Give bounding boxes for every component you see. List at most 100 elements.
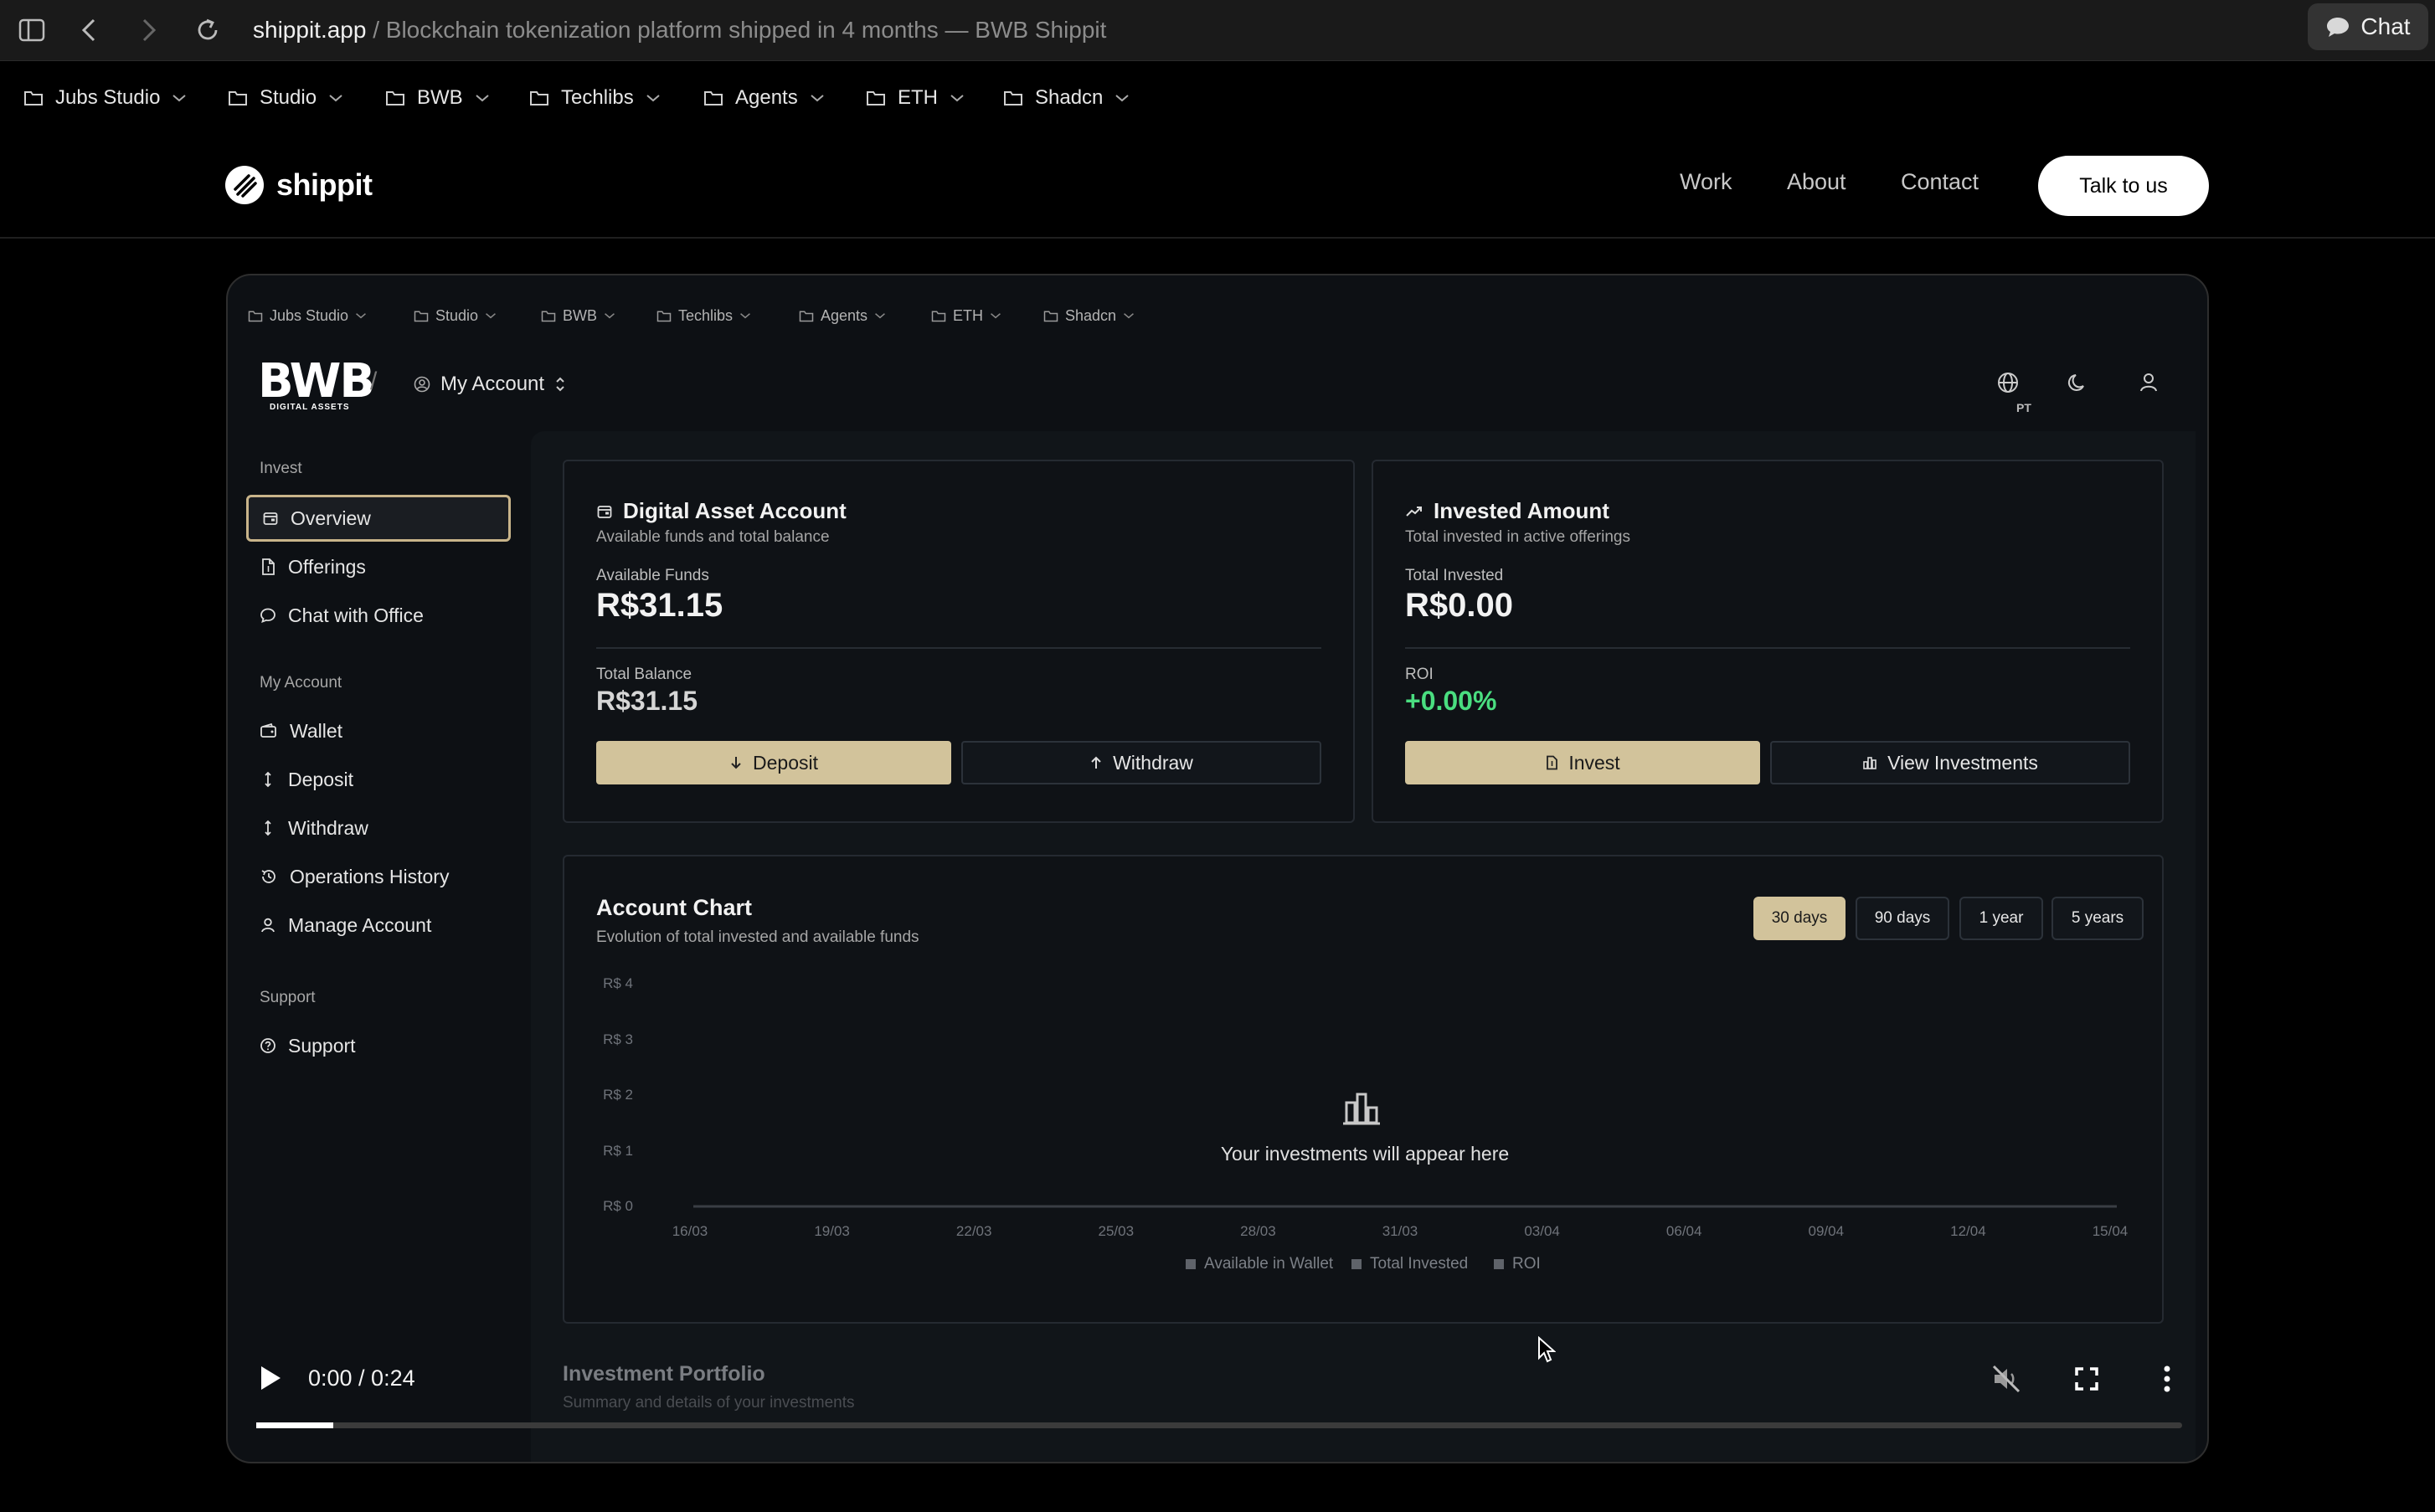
sidebar-toggle-icon[interactable]	[13, 12, 50, 49]
globe-icon	[1993, 368, 2023, 398]
sidebar-item-label: Overview	[291, 507, 371, 529]
nav-contact-link[interactable]: Contact	[1901, 169, 1979, 195]
bookmark-folder-techlibs[interactable]: Techlibs	[529, 85, 661, 111]
chevron-down-icon	[990, 311, 1001, 320]
app-bookmark-studio: Studio	[414, 306, 497, 326]
card-divider	[596, 647, 1321, 649]
bookmark-label: Jubs Studio	[270, 306, 349, 324]
app-bookmark-agents: Agents	[799, 306, 886, 326]
folder-icon	[248, 310, 263, 322]
nav-work-link[interactable]: Work	[1680, 169, 1732, 195]
chevron-down-icon	[172, 93, 187, 103]
total-balance-label: Total Balance	[596, 666, 692, 683]
legend-item: Available in Wallet	[1186, 1255, 1333, 1273]
bookmark-label: Techlibs	[561, 86, 634, 109]
breadcrumb-separator: /	[370, 368, 378, 395]
back-icon[interactable]	[70, 12, 107, 49]
withdraw-label: Withdraw	[1113, 751, 1193, 774]
app-bookmark-bwb: BWB	[541, 306, 615, 326]
chat-button[interactable]: Chat	[2308, 3, 2428, 50]
folder-icon	[541, 310, 556, 322]
sidebar-item-withdraw: Withdraw	[246, 805, 511, 851]
sidebar-section-invest: Invest	[260, 460, 302, 477]
investment-portfolio-subtitle: Summary and details of your investments	[563, 1394, 855, 1412]
bookmark-folder-eth[interactable]: ETH	[866, 85, 965, 111]
wallet-card-icon	[262, 510, 279, 527]
investment-portfolio-title: Investment Portfolio	[563, 1362, 765, 1386]
talk-to-us-button[interactable]: Talk to us	[2038, 156, 2209, 216]
sidebar-item-label: Offerings	[288, 555, 366, 578]
folder-icon	[799, 310, 814, 322]
legend-swatch	[1351, 1259, 1362, 1269]
sidebar-item-overview: Overview	[246, 495, 511, 542]
sidebar-section-my-account: My Account	[260, 674, 342, 692]
legend-label: ROI	[1512, 1255, 1541, 1273]
chevron-down-icon	[1115, 93, 1130, 103]
reload-icon[interactable]	[189, 12, 226, 49]
play-button[interactable]	[258, 1364, 283, 1392]
sidebar-item-deposit: Deposit	[246, 756, 511, 803]
nav-about-link[interactable]: About	[1787, 169, 1846, 195]
chevron-down-icon	[1123, 311, 1135, 320]
site-logo[interactable]: shippit	[224, 164, 373, 206]
site-logo-text: shippit	[276, 167, 373, 202]
folder-icon	[866, 90, 886, 106]
bookmark-folder-agents[interactable]: Agents	[703, 85, 825, 111]
video-progress-track[interactable]	[256, 1422, 2182, 1428]
address-bar[interactable]: shippit.app / Blockchain tokenization pl…	[253, 12, 1106, 49]
forward-icon[interactable]	[131, 12, 167, 49]
user-circle-icon	[414, 376, 430, 393]
user-icon	[2134, 368, 2164, 398]
bookmark-folder-studio[interactable]: Studio	[228, 85, 343, 111]
x-axis-tick-label: 06/04	[1665, 1223, 1702, 1239]
sidebar-item-label: Support	[288, 1034, 356, 1057]
account-chart-card: Account Chart Evolution of total investe…	[563, 855, 2164, 1324]
app-bookmark-eth: ETH	[931, 306, 1001, 326]
sidebar-item-offerings: Offerings	[246, 543, 511, 590]
available-funds-value: R$31.15	[596, 587, 723, 624]
card-title: Invested Amount	[1405, 498, 1609, 524]
wallet-card-icon	[596, 503, 613, 520]
bookmark-folder-shadcn[interactable]: Shadcn	[1003, 85, 1130, 111]
user-icon	[260, 917, 276, 933]
arrow-up-icon	[1089, 755, 1103, 770]
bwb-logo-word: BWB	[258, 354, 375, 409]
bwb-logo: BWB DIGITAL ASSETS	[258, 354, 375, 413]
x-axis-tick-label: 16/03	[672, 1223, 708, 1239]
sidebar-item-label: Manage Account	[288, 913, 432, 936]
x-axis-tick-label: 19/03	[814, 1223, 850, 1239]
invest-label: Invest	[1568, 751, 1620, 774]
legend-label: Total Invested	[1370, 1255, 1469, 1273]
bookmark-label: ETH	[898, 86, 938, 109]
history-icon	[260, 867, 278, 886]
x-axis-tick-label: 12/04	[1950, 1223, 1986, 1239]
bookmark-label: Studio	[260, 86, 317, 109]
sidebar-item-label: Withdraw	[288, 816, 368, 839]
app-bookmark-techlibs: Techlibs	[656, 306, 751, 326]
url-page-title: / Blockchain tokenization platform shipp…	[366, 17, 1107, 43]
chevron-down-icon	[328, 93, 343, 103]
bar-chart-icon	[1862, 756, 1877, 769]
total-invested-value: R$0.00	[1405, 587, 1513, 624]
trending-up-icon	[1405, 505, 1423, 518]
roi-value: +0.00%	[1405, 686, 1497, 716]
invested-amount-card: Invested Amount Total invested in active…	[1372, 460, 2164, 823]
bookmark-folder-jubs-studio[interactable]: Jubs Studio	[23, 85, 187, 111]
sidebar-item-label: Wallet	[290, 719, 343, 742]
total-invested-label: Total Invested	[1405, 567, 1504, 584]
more-options-icon[interactable]	[2150, 1362, 2184, 1396]
bookmark-folder-bwb[interactable]: BWB	[385, 85, 490, 111]
bookmark-label: BWB	[417, 86, 463, 109]
mute-icon[interactable]	[1990, 1362, 2023, 1396]
view-investments-label: View Investments	[1887, 751, 2038, 774]
chat-bubble-icon	[260, 607, 276, 624]
chevron-down-icon	[874, 311, 886, 320]
bookmark-label: Techlibs	[678, 306, 734, 324]
bookmark-label: Agents	[821, 306, 868, 324]
demo-video[interactable]: Jubs Studio Studio BWB Techlibs Agents E…	[226, 274, 2209, 1463]
fullscreen-icon[interactable]	[2070, 1362, 2103, 1396]
sidebar-item-label: Chat with Office	[288, 604, 424, 626]
dashboard-main: Digital Asset Account Available funds an…	[531, 431, 2196, 1462]
empty-chart-message: Your investments will appear here	[1220, 1143, 1510, 1165]
invest-button: Invest	[1405, 741, 1760, 784]
